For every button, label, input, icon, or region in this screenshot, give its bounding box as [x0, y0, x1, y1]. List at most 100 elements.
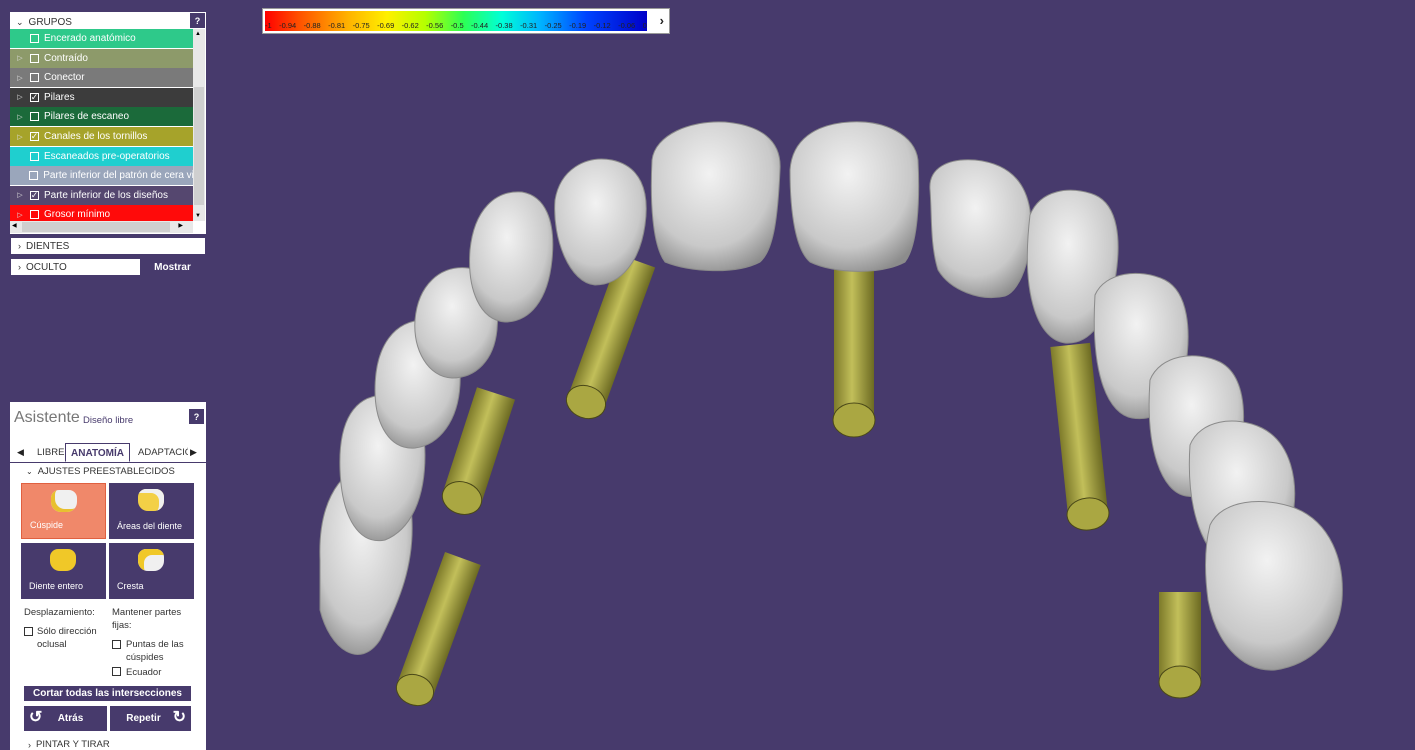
equator-label: Ecuador [126, 667, 162, 678]
group-item-label: Pilares de escaneo [44, 111, 130, 123]
back-label: Atrás [57, 713, 84, 724]
color-scale-tick: -0.88 [303, 21, 321, 30]
expand-triangle-icon[interactable]: ▷ [10, 211, 30, 219]
dental-arch [319, 121, 1343, 671]
teeth-label: DIENTES [26, 240, 70, 252]
tooth [650, 121, 781, 272]
cusp-tips-checkbox[interactable] [112, 640, 121, 649]
expand-triangle-icon[interactable]: ▷ [10, 113, 30, 121]
assistant-help-button[interactable]: ? [189, 409, 204, 424]
color-scale-tick: -0.94 [279, 21, 297, 30]
color-scale-tick: -0.69 [377, 21, 395, 30]
group-item[interactable]: ▷ Pilares de escaneo [10, 107, 193, 127]
group-item-label: Escaneados pre-operatorios [44, 150, 170, 162]
group-item[interactable]: Encerado anatómico [10, 29, 193, 48]
preset-areas-del-diente[interactable]: Áreas del diente [109, 483, 194, 539]
group-item[interactable]: ▷ ✓ Pilares [10, 87, 193, 107]
expand-triangle-icon[interactable]: ▷ [10, 54, 30, 62]
color-scale-tick: -0.06 [618, 21, 636, 30]
cut-all-intersections-button[interactable]: Cortar todas las intersecciones [24, 686, 191, 701]
redo-button[interactable]: Repetir ↻ [110, 706, 191, 731]
group-item-label: Parte inferior de los diseños [44, 189, 168, 201]
chevron-right-icon: › [18, 262, 21, 272]
assistant-subtitle: Diseño libre [83, 415, 134, 426]
tooth [789, 121, 920, 272]
chevron-right-icon: › [18, 241, 21, 251]
group-visibility-checkbox[interactable] [30, 210, 39, 220]
screw-channel [1158, 592, 1202, 699]
groups-header[interactable]: ⌄ GRUPOS [16, 15, 72, 29]
preset-cuspide[interactable]: Cúspide [21, 483, 106, 539]
groups-horizontal-scrollbar[interactable]: ◀ ▶ [10, 221, 193, 233]
chevron-right-icon[interactable]: › [660, 13, 664, 28]
group-visibility-checkbox[interactable] [30, 73, 39, 83]
groups-help-button[interactable]: ? [190, 13, 205, 28]
tab-libre[interactable]: LIBRE [37, 447, 64, 458]
group-item[interactable]: Parte inferior del patrón de cera vir [10, 166, 193, 186]
tooth-cusp-icon [51, 490, 77, 512]
group-item[interactable]: ▷ ✓ Parte inferior de los diseños [10, 185, 193, 205]
presets-section-header[interactable]: ⌄ AJUSTES PREESTABLECIDOS [26, 466, 175, 477]
tab-scroll-right-icon[interactable]: ▶ [190, 447, 197, 458]
expand-triangle-icon[interactable]: ▷ [10, 133, 30, 141]
occlusal-only-checkbox[interactable] [24, 627, 33, 636]
equator-checkbox[interactable] [112, 667, 121, 676]
color-scale-tick: -0.62 [401, 21, 419, 30]
scroll-down-icon[interactable]: ▼ [195, 213, 201, 219]
color-scale-tick: -0.44 [471, 21, 489, 30]
paint-pull-section-header[interactable]: › PINTAR Y TIRAR [28, 739, 110, 750]
show-button[interactable]: Mostrar [140, 259, 205, 275]
expand-triangle-icon[interactable]: ▷ [10, 191, 30, 199]
back-button[interactable]: ↺ Atrás [24, 706, 107, 731]
group-visibility-checkbox[interactable]: ✓ [30, 92, 39, 102]
displacement-label: Desplazamiento: [24, 607, 95, 618]
preset-cresta[interactable]: Cresta [109, 543, 194, 599]
3d-viewport[interactable] [0, 0, 1415, 750]
occlusal-only-label-2: oclusal [37, 639, 67, 650]
group-visibility-checkbox[interactable]: ✓ [30, 190, 39, 200]
redo-label: Repetir [126, 713, 161, 724]
presets-title: AJUSTES PREESTABLECIDOS [37, 466, 175, 477]
hidden-label: OCULTO [26, 261, 67, 273]
teeth-section-header[interactable]: › DIENTES [10, 237, 206, 255]
group-visibility-checkbox[interactable] [30, 151, 39, 161]
keep-fixed-label-1: Mantener partes [112, 607, 182, 618]
groups-vertical-scrollbar[interactable]: ▲ ▼ [193, 29, 205, 221]
color-scale-tick: -0.31 [520, 21, 538, 30]
tooth [469, 191, 554, 323]
scroll-right-icon[interactable]: ▶ [178, 222, 183, 229]
expand-triangle-icon[interactable]: ▷ [10, 93, 30, 101]
color-scale-tick: -1 [265, 21, 272, 30]
group-visibility-checkbox[interactable] [30, 112, 39, 122]
group-item-label: Encerado anatómico [44, 33, 136, 44]
group-item-label: Contraído [44, 52, 88, 64]
scroll-thumb[interactable] [194, 87, 204, 205]
group-visibility-checkbox[interactable]: ✓ [30, 132, 39, 141]
tab-scroll-left-icon[interactable]: ◀ [17, 447, 24, 458]
undo-icon: ↺ [29, 709, 43, 726]
group-item[interactable]: ▷ Contraído [10, 48, 193, 68]
cusp-tips-label-1: Puntas de las [126, 639, 184, 650]
group-item-label: Conector [44, 72, 85, 84]
tab-adaptacion[interactable]: ADAPTACIÓ [138, 447, 188, 458]
group-item-label: Grosor mínimo [44, 209, 111, 221]
group-item[interactable]: Escaneados pre-operatorios [10, 146, 193, 166]
expand-triangle-icon[interactable]: ▷ [10, 74, 30, 82]
scroll-left-icon[interactable]: ◀ [12, 222, 17, 229]
tab-anatomia[interactable]: ANATOMÍA [65, 443, 130, 462]
color-scale-tick: -0.38 [495, 21, 513, 30]
tooth [1205, 500, 1343, 671]
group-item[interactable]: ▷ ✓ Canales de los tornillos [10, 127, 193, 146]
scroll-up-icon[interactable]: ▲ [195, 31, 201, 37]
group-visibility-checkbox[interactable] [30, 34, 39, 43]
color-scale-tick: -0.75 [352, 21, 370, 30]
color-scale-tick: -0.19 [569, 21, 587, 30]
color-scale-tick: 0 [642, 21, 647, 30]
group-visibility-checkbox[interactable] [30, 53, 39, 63]
group-item[interactable]: ▷ Conector [10, 68, 193, 88]
scroll-thumb[interactable] [22, 222, 170, 232]
preset-diente-entero[interactable]: Diente entero [21, 543, 106, 599]
group-visibility-checkbox[interactable] [29, 171, 39, 181]
color-scale-ticks: -1 -0.94 -0.88 -0.81 -0.75 -0.69 -0.62 -0.56 -0.… [265, 21, 647, 31]
redo-icon: ↻ [172, 709, 186, 726]
